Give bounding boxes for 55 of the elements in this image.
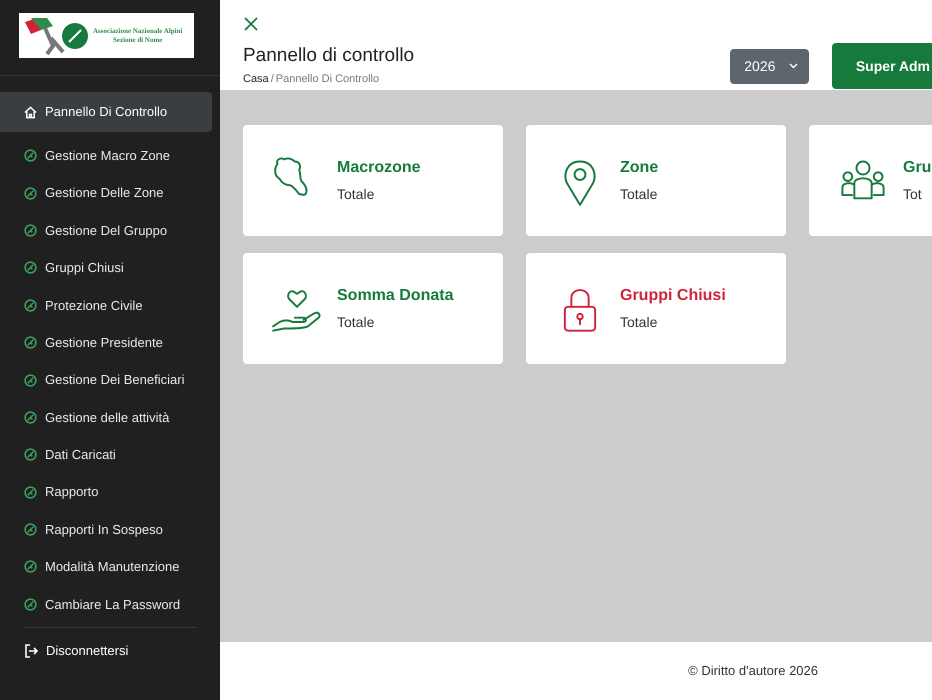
breadcrumb-link[interactable]: Casa <box>243 70 269 87</box>
sidebar-item[interactable]: Gestione Presidente <box>0 324 220 362</box>
card-title: Macrozone <box>337 158 421 178</box>
dashboard-icon <box>24 374 37 387</box>
dashboard-icon <box>24 149 37 162</box>
dashboard-icon <box>24 523 37 536</box>
dashboard-icon <box>24 224 37 237</box>
dashboard-icon <box>24 186 37 200</box>
stat-card[interactable]: Gru Tot <box>809 125 932 236</box>
dashboard-icon <box>24 448 37 462</box>
breadcrumb-current: Pannello Di Controllo <box>276 72 380 86</box>
stat-card[interactable]: Gruppi Chiusi Totale <box>526 253 786 364</box>
copyright-text: © Diritto d'autore 2026 <box>688 662 818 680</box>
sidebar-item[interactable]: Gestione Dei Beneficiari <box>0 361 220 399</box>
stat-card[interactable]: Zone Totale <box>526 125 786 236</box>
sidebar-item[interactable]: Gestione Delle Zone <box>0 174 220 212</box>
card-title: Gru <box>903 158 932 178</box>
card-title: Gruppi Chiusi <box>620 286 726 306</box>
dashboard-icon <box>24 298 37 312</box>
sidebar-item[interactable]: Rapporto <box>0 474 220 511</box>
sidebar-item[interactable]: Gruppi Chiusi <box>0 249 220 287</box>
alpini-emblem-drawing <box>23 16 89 56</box>
sidebar-item[interactable]: Gestione Macro Zone <box>0 137 220 174</box>
breadcrumb-separator: / <box>270 72 274 86</box>
card-title: Zone <box>620 158 658 178</box>
card-subtitle: Totale <box>337 313 376 332</box>
close-icon[interactable] <box>243 16 259 32</box>
sidebar-item[interactable]: Pannello Di Controllo <box>0 92 212 132</box>
stat-card[interactable]: Macrozone Totale <box>243 125 503 236</box>
card-subtitle: Totale <box>620 185 658 204</box>
logout-icon <box>24 644 38 658</box>
sidebar-item[interactable]: Gestione Del Gruppo <box>0 212 220 250</box>
dashboard-icon <box>24 598 37 611</box>
user-button[interactable]: Super Adm <box>832 43 932 89</box>
year-select[interactable]: 2026 <box>730 48 809 84</box>
sidebar-item[interactable]: Dati Caricati <box>0 436 220 474</box>
logout-link[interactable]: Disconnettersi <box>0 628 220 674</box>
dashboard-icon <box>24 410 37 424</box>
dashboard-icon <box>24 560 37 574</box>
dashboard-icon <box>24 336 37 350</box>
card-subtitle: Totale <box>337 185 376 204</box>
sidebar-item[interactable]: Rapporti In Sospeso <box>0 510 220 548</box>
stat-card[interactable]: Somma Donata Totale <box>243 253 503 364</box>
sidebar-item[interactable]: Cambiare La Password <box>0 586 220 624</box>
page-title: Pannello di controllo <box>243 44 414 68</box>
sidebar-item[interactable]: Modalità Manutenzione <box>0 548 220 586</box>
home-icon <box>24 106 37 118</box>
card-subtitle: Tot <box>903 185 923 204</box>
sidebar-item[interactable]: Protezione Civile <box>0 286 220 324</box>
dashboard-icon <box>24 486 37 499</box>
chevron-down-icon <box>789 63 798 69</box>
sidebar-item[interactable]: Gestione delle attività <box>0 398 220 436</box>
card-subtitle: Totale <box>620 313 658 332</box>
dashboard-icon <box>24 261 37 274</box>
card-title: Somma Donata <box>337 286 454 306</box>
